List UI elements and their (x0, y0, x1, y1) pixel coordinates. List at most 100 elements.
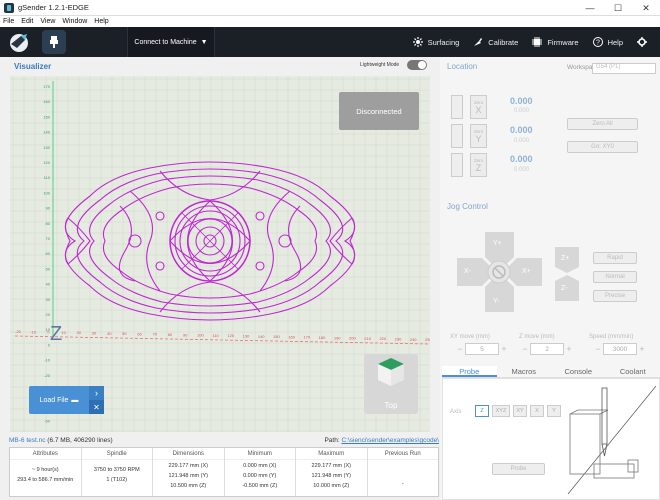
z-move-input[interactable]: 2 (530, 343, 564, 355)
z-machine-position: 0.000 (514, 167, 530, 173)
probe-option-xy[interactable]: XY (513, 405, 527, 417)
rapid-label: Rapid (607, 255, 623, 261)
plus-icon[interactable]: + (564, 344, 574, 354)
file-stats-table: Attributes ~ 9 hour(s) 293.4 to 586.7 mm… (9, 447, 439, 497)
menu-view[interactable]: View (40, 18, 55, 25)
plus-icon[interactable]: + (499, 344, 509, 354)
probe-button[interactable]: Probe (492, 463, 545, 475)
tab-coolant[interactable]: Coolant (606, 366, 660, 377)
zero-z-button[interactable]: Zero Z (470, 153, 487, 177)
menu-file[interactable]: File (3, 18, 14, 25)
axis-x-label: X (475, 104, 482, 115)
help-nav[interactable]: ? Help (592, 37, 623, 47)
probe-option-y[interactable]: Y (547, 405, 561, 417)
axis-z-label: Z (475, 162, 482, 173)
connect-to-machine-button[interactable]: Connect to Machine ▼ (127, 27, 215, 57)
file-path[interactable]: C:\sienci\sender\examples\gcode\ (341, 437, 439, 444)
tab-console[interactable]: Console (551, 366, 606, 377)
zero-all-label: Zero All (592, 121, 613, 127)
stats-value: 229.177 mm (X) (168, 463, 208, 469)
y-tick-label: 30 (46, 297, 51, 302)
close-window-button[interactable]: ✕ (632, 0, 660, 16)
stats-value: 0.000 mm (Y) (243, 473, 277, 479)
speed-input[interactable]: 3000 (603, 343, 637, 355)
minus-icon[interactable]: − (455, 344, 465, 354)
lightweight-mode-toggle[interactable] (407, 60, 427, 70)
x-tick-label: -20 (15, 329, 22, 334)
y-tick-label: 130 (43, 145, 50, 150)
jog-xminus-label: X- (464, 268, 471, 275)
jog-zplus-label: Z+ (561, 255, 570, 262)
surfacing-nav[interactable]: Surfacing (412, 37, 460, 47)
unload-file-button[interactable]: ✕ (89, 400, 104, 414)
file-stats: (6.7 MB, 406290 lines) (47, 437, 113, 444)
jog-zminus-label: Z- (561, 285, 568, 292)
load-file-button[interactable]: Load File ▬ (29, 386, 89, 414)
workspace-select[interactable]: G54 (P1) (592, 63, 656, 74)
speed-rapid-button[interactable]: Rapid (593, 252, 637, 264)
speed-normal-button[interactable]: Normal (593, 271, 637, 283)
stats-header: Maximum (296, 448, 367, 460)
z-position: 0.000 (510, 154, 533, 164)
folder-icon: ▬ (71, 396, 79, 404)
axis-z-toggle[interactable] (451, 153, 463, 177)
surfacing-label: Surfacing (427, 37, 460, 47)
menu-help[interactable]: Help (94, 18, 108, 25)
x-tick-label: 140 (258, 334, 265, 339)
y-tick-label: 170 (43, 84, 50, 89)
maximize-button[interactable]: ☐ (604, 0, 632, 16)
stats-attributes: Attributes ~ 9 hour(s) 293.4 to 586.7 mm… (10, 448, 82, 496)
z-move-stepper: − 2 + (520, 342, 574, 356)
probe-option-x[interactable]: X (530, 405, 544, 417)
settings-nav[interactable] (637, 37, 652, 47)
speed-stepper: − 3000 + (593, 342, 647, 356)
minimize-button[interactable]: — (576, 0, 604, 16)
stats-value: ~ 9 hour(s) (31, 467, 59, 473)
tab-macros[interactable]: Macros (497, 366, 552, 377)
stats-header: Previous Run (367, 448, 438, 460)
plus-icon[interactable]: + (637, 344, 647, 354)
xy-move-input[interactable]: 5 (465, 343, 499, 355)
app-header: Connect to Machine ▼ Surfacing Calibrate… (0, 27, 660, 57)
x-tick-label: 70 (153, 332, 158, 337)
axis-y-label: Y (475, 133, 482, 144)
menu-edit[interactable]: Edit (21, 18, 33, 25)
calibrate-nav[interactable]: Calibrate (473, 37, 518, 47)
jog-yminus-label: Y- (493, 298, 500, 305)
x-tick-label: 130 (243, 334, 250, 339)
axis-x-toggle[interactable] (451, 95, 463, 119)
minus-icon[interactable]: − (520, 344, 530, 354)
firmware-nav[interactable]: Firmware (532, 37, 579, 47)
probe-option-z[interactable]: Z (475, 405, 489, 417)
zero-y-button[interactable]: Zero Y (470, 124, 487, 148)
probe-option-xyz[interactable]: XYZ (492, 405, 510, 417)
go-xy0-label: Go: XY0 (591, 144, 614, 150)
tab-probe[interactable]: Probe (442, 366, 497, 377)
axis-y-toggle[interactable] (451, 124, 463, 148)
zero-all-button[interactable]: Zero All (567, 118, 638, 130)
x-tick-label: 30 (92, 331, 97, 336)
calibrate-label: Calibrate (488, 37, 519, 47)
connect-label: Connect to Machine (134, 38, 197, 46)
stats-value: 10.500 mm (Z) (170, 483, 207, 489)
stats-value: 1 (T102) (106, 477, 128, 483)
menu-window[interactable]: Window (62, 18, 87, 25)
stats-value: - (401, 481, 404, 487)
zero-x-button[interactable]: Zero X (470, 95, 487, 119)
x-tick-label: 120 (227, 333, 234, 338)
recent-files-button[interactable]: › (89, 386, 104, 400)
x-tick-label: 110 (212, 333, 219, 338)
y-tick-label: 20 (46, 312, 51, 317)
chevron-down-icon: ▼ (200, 38, 208, 46)
minus-icon[interactable]: − (593, 344, 603, 354)
stats-value: 121.948 mm (Y) (311, 473, 351, 479)
gear-icon (637, 37, 647, 47)
speed-precise-button[interactable]: Precise (593, 290, 637, 302)
y-tick-label: 160 (43, 99, 50, 104)
go-xy0-button[interactable]: Go: XY0 (567, 141, 638, 153)
jog-z-pad (555, 247, 579, 301)
close-icon: ✕ (93, 402, 100, 412)
stats-spindle: Spindle 3750 to 3750 RPM 1 (T102) (81, 448, 153, 496)
z-move-label: Z move (mm) (519, 334, 555, 340)
usb-port-button[interactable] (42, 30, 66, 54)
